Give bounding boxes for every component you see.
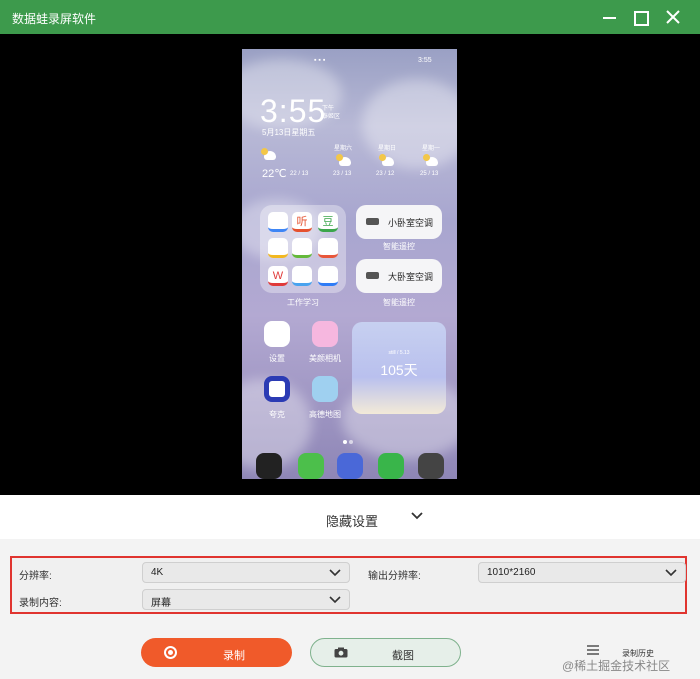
record-content-label: 录制内容: bbox=[19, 598, 62, 609]
app-label: 夸克 bbox=[269, 410, 285, 419]
chevron-down-icon bbox=[329, 596, 341, 604]
screenshot-button[interactable]: 截图 bbox=[310, 638, 461, 667]
current-temperature: 22℃ bbox=[262, 168, 287, 180]
app-label: 美颜相机 bbox=[309, 354, 341, 363]
history-list-icon[interactable] bbox=[587, 645, 599, 655]
control-panel: 隐藏设置 分辨率: 4K 输出分辨率: 1010*2160 录制内容: 屏幕 录… bbox=[0, 495, 700, 679]
app-label: 高德地图 bbox=[309, 410, 341, 419]
widget-caption: still / 5.13 bbox=[388, 350, 410, 356]
baidu-netdisk-app-icon[interactable] bbox=[268, 238, 288, 258]
chevron-down-icon bbox=[329, 569, 341, 577]
folder-label: 工作学习 bbox=[287, 298, 319, 307]
status-time: 3:55 bbox=[418, 57, 432, 64]
wps-app-icon[interactable]: W bbox=[268, 266, 288, 286]
app-label: 设置 bbox=[269, 354, 285, 363]
status-bar-icons: ▪ ▪ ▪ bbox=[314, 57, 326, 64]
notes-app-icon[interactable] bbox=[268, 212, 288, 232]
hidden-settings-label: 隐藏设置 bbox=[326, 514, 379, 529]
resolution-select[interactable]: 4K bbox=[142, 562, 350, 583]
chevron-down-icon bbox=[411, 512, 423, 520]
forecast-day: 星期六 bbox=[334, 146, 353, 152]
forecast-day: 星期一 bbox=[422, 146, 441, 152]
watermark: @稀土掘金技术社区 bbox=[562, 659, 671, 673]
remote-label: 智能遥控 bbox=[383, 242, 415, 251]
duolingo-app-icon[interactable] bbox=[292, 238, 312, 258]
record-content-select[interactable]: 屏幕 bbox=[142, 589, 350, 610]
camera-icon bbox=[334, 647, 348, 658]
remote-card[interactable]: 小卧室空调 bbox=[356, 205, 442, 239]
forecast-range: 23 / 12 bbox=[376, 171, 395, 177]
hidden-settings-toggle[interactable]: 隐藏设置 bbox=[0, 495, 700, 539]
forecast-weather-icon bbox=[423, 154, 438, 166]
window-title: 数据蛙录屏软件 bbox=[12, 12, 97, 26]
settings-box: 分辨率: 4K 输出分辨率: 1010*2160 录制内容: 屏幕 bbox=[10, 556, 687, 614]
settings-app-icon[interactable] bbox=[264, 321, 290, 347]
record-button[interactable]: 录制 bbox=[141, 638, 292, 667]
maximize-button[interactable] bbox=[629, 6, 651, 28]
output-resolution-select[interactable]: 1010*2160 bbox=[478, 562, 686, 583]
countdown-widget[interactable]: still / 5.13 105天 bbox=[352, 322, 446, 414]
qq-app-icon[interactable] bbox=[292, 266, 312, 286]
widget-days: 105天 bbox=[380, 362, 418, 378]
screen-preview: ▪ ▪ ▪ 3:55 3:55 下午 泰姬区 5月13日星期五 22℃ 22 /… bbox=[0, 34, 700, 495]
resolution-label: 分辨率: bbox=[19, 571, 52, 582]
forecast-range: 25 / 13 bbox=[420, 171, 439, 177]
ting-app-icon[interactable]: 听 bbox=[292, 212, 312, 232]
douban-app-icon[interactable]: 豆 bbox=[318, 212, 338, 232]
date-label: 5月13日星期五 bbox=[262, 128, 316, 137]
close-button[interactable] bbox=[662, 6, 684, 28]
amap-app-icon[interactable] bbox=[312, 376, 338, 402]
page-indicator bbox=[342, 431, 354, 449]
output-resolution-label: 输出分辨率: bbox=[368, 571, 421, 582]
minimize-button[interactable] bbox=[599, 6, 621, 28]
chevron-down-icon bbox=[665, 569, 677, 577]
forecast-range: 23 / 13 bbox=[333, 171, 352, 177]
quark-app-icon[interactable] bbox=[264, 376, 290, 402]
alipay-dock-icon[interactable] bbox=[337, 453, 363, 479]
record-icon bbox=[164, 646, 177, 659]
lock-dock-icon[interactable] bbox=[418, 453, 444, 479]
search-app-icon[interactable] bbox=[318, 238, 338, 258]
current-temp-range: 22 / 13 bbox=[290, 171, 309, 177]
air-conditioner-icon bbox=[366, 272, 379, 279]
title-bar: 数据蛙录屏软件 bbox=[0, 0, 700, 34]
phone-screen: ▪ ▪ ▪ 3:55 3:55 下午 泰姬区 5月13日星期五 22℃ 22 /… bbox=[242, 49, 457, 479]
messages-dock-icon[interactable] bbox=[298, 453, 324, 479]
remote-card[interactable]: 大卧室空调 bbox=[356, 259, 442, 293]
remote-label: 智能遥控 bbox=[383, 298, 415, 307]
wechat-dock-icon[interactable] bbox=[378, 453, 404, 479]
forecast-day: 星期日 bbox=[378, 146, 397, 152]
air-conditioner-icon bbox=[366, 218, 379, 225]
forecast-weather-icon bbox=[336, 154, 351, 166]
close-icon bbox=[666, 10, 680, 24]
beauty-camera-app-icon[interactable] bbox=[312, 321, 338, 347]
weather-icon bbox=[261, 148, 276, 160]
forecast-weather-icon bbox=[379, 154, 394, 166]
tencent-docs-app-icon[interactable] bbox=[318, 266, 338, 286]
camera-dock-icon[interactable] bbox=[256, 453, 282, 479]
lock-clock: 3:55 bbox=[260, 93, 327, 129]
clock-sub-info: 下午 泰姬区 bbox=[322, 106, 341, 120]
